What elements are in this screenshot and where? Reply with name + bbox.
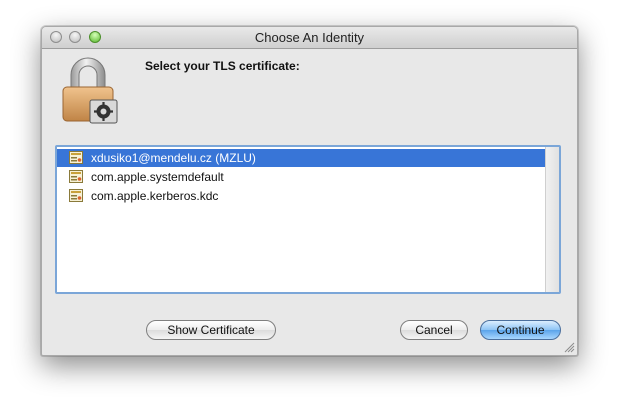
continue-button[interactable]: Continue [480,320,561,340]
identity-row[interactable]: com.apple.kerberos.kdc [57,187,546,205]
certificate-icon [69,170,83,183]
vertical-scrollbar[interactable] [545,147,559,292]
resize-grip-icon[interactable] [564,342,575,353]
lock-certificate-icon [62,57,118,124]
identity-row[interactable]: com.apple.systemdefault [57,168,546,186]
show-certificate-button[interactable]: Show Certificate [146,320,276,340]
choose-identity-window: Choose An Identity Select your TLS certi… [41,26,578,356]
identity-label: xdusiko1@mendelu.cz (MZLU) [91,151,256,165]
cancel-button[interactable]: Cancel [400,320,468,340]
identity-label: com.apple.systemdefault [91,170,224,184]
identity-list[interactable]: xdusiko1@mendelu.cz (MZLU) com.apple.sys… [55,145,561,294]
certificate-icon [69,151,83,164]
window-title: Choose An Identity [254,30,365,45]
certificate-icon [69,189,83,202]
prompt-label: Select your TLS certificate: [145,59,300,73]
title-bar[interactable]: Choose An Identity [42,27,577,49]
identity-row-selected[interactable]: xdusiko1@mendelu.cz (MZLU) [57,149,546,167]
identity-label: com.apple.kerberos.kdc [91,189,219,203]
